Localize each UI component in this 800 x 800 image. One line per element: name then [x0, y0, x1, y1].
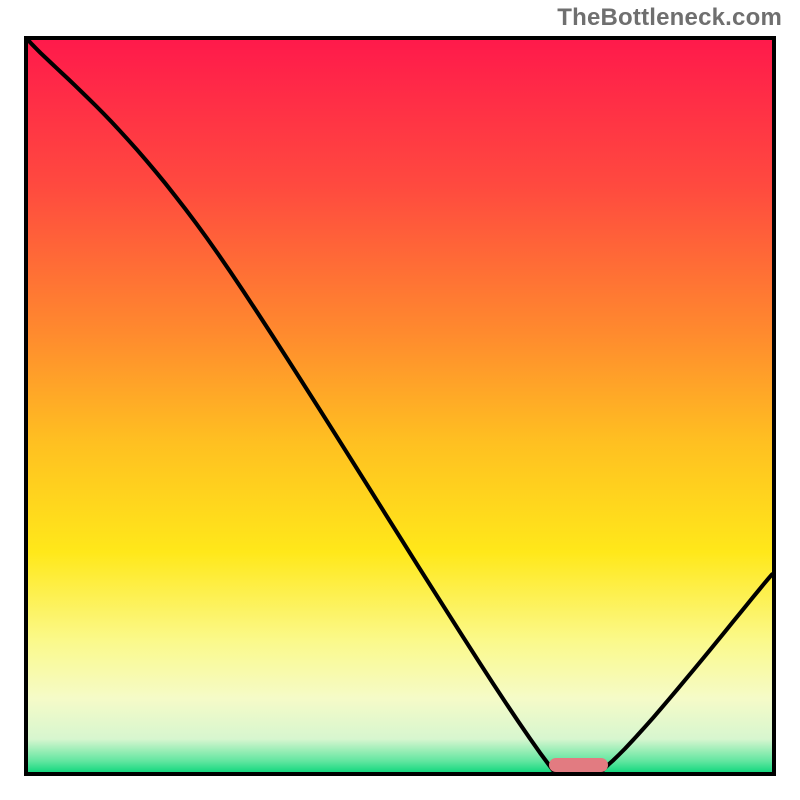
optimal-range-marker — [549, 758, 609, 772]
plot-area — [24, 36, 776, 776]
watermark-text: TheBottleneck.com — [557, 4, 782, 32]
gradient-background — [28, 40, 772, 772]
chart-frame: TheBottleneck.com — [0, 0, 800, 800]
